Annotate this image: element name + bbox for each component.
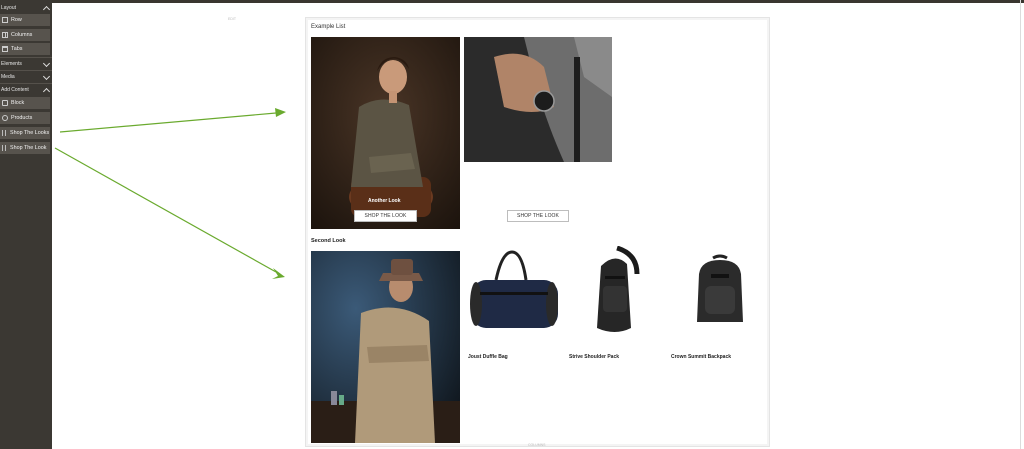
section-add-content-header[interactable]: Add Content: [0, 84, 52, 96]
product-name[interactable]: Strive Shoulder Pack: [569, 354, 619, 360]
sidebar-item-label: Shop The Looks: [10, 130, 50, 136]
grip-icon: [2, 130, 7, 136]
top-bar: [0, 0, 1024, 3]
chevron-down-icon: [42, 59, 51, 67]
section-label: Add Content: [1, 87, 29, 93]
chevron-up-icon: [42, 5, 51, 13]
product-name[interactable]: Joust Duffle Bag: [468, 354, 508, 360]
tabs-icon: [2, 46, 8, 52]
shop-the-look-button[interactable]: SHOP THE LOOK: [507, 210, 569, 222]
product-name[interactable]: Crown Summit Backpack: [671, 354, 731, 360]
sidebar-item-label: Shop The Look: [10, 145, 47, 151]
sidebar-item-shop-the-looks[interactable]: Shop The Looks: [0, 127, 50, 140]
product-image-duffle[interactable]: [466, 250, 560, 332]
right-border: [1020, 0, 1021, 449]
product-image-shoulder-pack[interactable]: [587, 246, 643, 334]
sidebar-item-columns[interactable]: Columns: [0, 29, 50, 42]
sidebar-item-label: Tabs: [11, 46, 23, 52]
arrow-to-second-look: [54, 147, 285, 279]
row-marker: EDIT: [228, 17, 236, 21]
page-builder-sidebar: Layout Row Columns Tabs Elements Media A…: [0, 0, 52, 449]
section-media-header[interactable]: Media: [0, 71, 52, 83]
row-icon: [2, 17, 8, 23]
sidebar-item-label: Columns: [11, 32, 33, 38]
section-label: Elements: [1, 61, 22, 67]
sidebar-item-block[interactable]: Block: [0, 97, 50, 110]
sidebar-item-products[interactable]: Products: [0, 112, 50, 125]
section-label: Layout: [1, 5, 17, 11]
shop-the-look-button[interactable]: SHOP THE LOOK: [354, 210, 417, 222]
products-icon: [2, 115, 8, 121]
page-builder-screen: Layout Row Columns Tabs Elements Media A…: [0, 0, 1024, 449]
section-elements-header[interactable]: Elements: [0, 58, 52, 70]
sidebar-item-row[interactable]: Row: [0, 14, 50, 27]
chevron-down-icon: [42, 72, 51, 80]
list-title: Example List: [311, 24, 346, 30]
columns-icon: [2, 32, 8, 38]
sidebar-item-shop-the-look[interactable]: Shop The Look: [0, 142, 50, 155]
look-photo-watch[interactable]: [464, 37, 612, 162]
second-look-title: Second Look: [311, 238, 346, 244]
sidebar-item-label: Row: [11, 17, 22, 23]
columns-marker: COLUMNS: [528, 443, 546, 447]
sidebar-item-tabs[interactable]: Tabs: [0, 43, 50, 56]
sidebar-item-label: Block: [11, 100, 25, 106]
section-layout-header[interactable]: Layout: [0, 2, 52, 14]
sidebar-item-label: Products: [11, 115, 33, 121]
product-image-backpack[interactable]: [691, 254, 749, 326]
look-photo-detective[interactable]: [311, 251, 460, 443]
section-label: Media: [1, 74, 15, 80]
arrow-to-first-look: [59, 108, 286, 133]
look-overlay-title: Another Look: [368, 198, 401, 204]
chevron-up-icon: [42, 87, 51, 95]
grip-icon: [2, 145, 7, 151]
block-icon: [2, 100, 8, 106]
